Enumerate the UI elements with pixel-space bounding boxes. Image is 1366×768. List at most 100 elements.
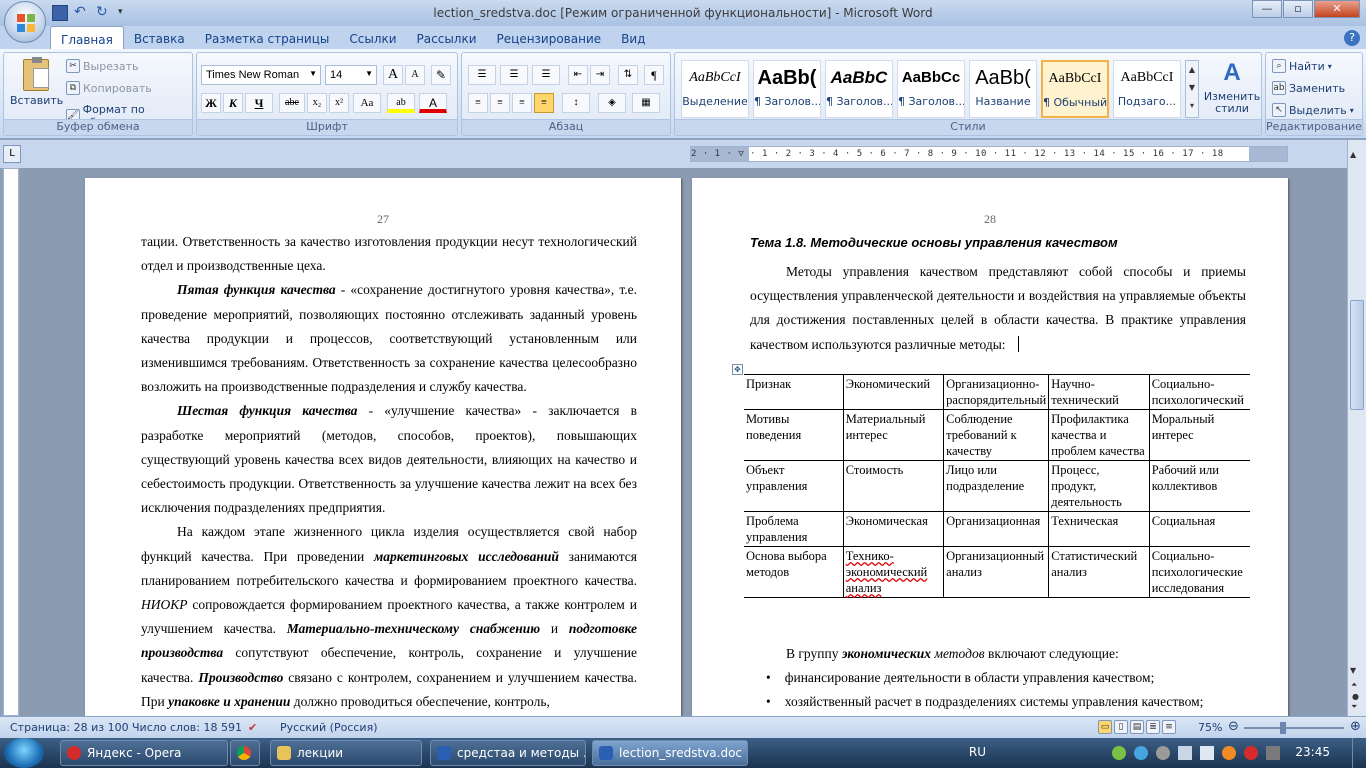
tab-references[interactable]: Ссылки xyxy=(339,26,406,50)
tray-app-icon[interactable] xyxy=(1222,746,1236,760)
network-icon[interactable] xyxy=(1178,746,1192,760)
help-icon[interactable]: ? xyxy=(1344,30,1360,46)
font-size-combo[interactable]: 14 ▼ xyxy=(325,65,377,85)
style-heading-1[interactable]: AaBb(¶ Заголов... xyxy=(753,60,821,118)
font-name-combo[interactable]: Times New Roman ▼ xyxy=(201,65,321,85)
paragraph: Шестая функция качества - «улучшение кач… xyxy=(141,403,637,516)
print-layout-icon[interactable]: ▭ xyxy=(1098,720,1112,734)
tab-home[interactable]: Главная xyxy=(50,26,124,50)
strikethrough-button[interactable]: abe xyxy=(279,93,305,113)
tray-app-icon[interactable] xyxy=(1156,746,1170,760)
tab-view[interactable]: Вид xyxy=(611,26,655,50)
cut-button[interactable]: ✂ Вырезать xyxy=(66,59,138,73)
styles-scroll[interactable]: ▲ ▼ ▾ xyxy=(1185,60,1199,118)
paste-button[interactable]: Вставить xyxy=(10,57,63,119)
borders-icon[interactable]: ▦ xyxy=(632,93,660,113)
highlight-button[interactable]: ab xyxy=(387,93,415,113)
outline-icon[interactable]: ≣ xyxy=(1146,720,1160,734)
zoom-in-icon[interactable]: ⊕ xyxy=(1350,719,1361,734)
taskbar-document-2[interactable]: lection_sredstva.doc ... xyxy=(592,740,748,766)
taskbar-document-1[interactable]: средстаа и методы ... xyxy=(430,740,586,766)
browse-object-icon[interactable]: ● xyxy=(1352,692,1359,701)
justify-icon[interactable]: ≡ xyxy=(534,93,554,113)
zoom-slider[interactable] xyxy=(1244,722,1344,734)
style-normal[interactable]: AaBbCcI ¶ Обычный xyxy=(1041,60,1109,118)
start-button[interactable] xyxy=(4,738,44,768)
language-indicator[interactable]: Русский (Россия) xyxy=(280,721,378,734)
maximize-button[interactable]: ▫ xyxy=(1283,0,1313,18)
tray-app-icon[interactable] xyxy=(1112,746,1126,760)
scroll-up-icon[interactable]: ▲ xyxy=(1350,150,1356,159)
table-move-handle-icon[interactable]: ✥ xyxy=(732,364,743,375)
underline-button[interactable]: Ч xyxy=(245,93,273,113)
bullets-icon[interactable]: ☰ xyxy=(468,65,496,85)
tab-selector-button[interactable]: L xyxy=(3,145,21,163)
line-spacing-icon[interactable]: ↕ xyxy=(562,93,590,113)
page-indicator[interactable]: Страница: 28 из 100 xyxy=(10,721,129,734)
style-heading-3[interactable]: AaBbCc ¶ Заголов... xyxy=(897,60,965,118)
scrollbar-thumb[interactable] xyxy=(1350,300,1364,410)
show-desktop-button[interactable] xyxy=(1352,738,1366,768)
style-emphasis[interactable]: AaBbCcI Выделение xyxy=(681,60,749,118)
draft-icon[interactable]: ≡ xyxy=(1162,720,1176,734)
increase-indent-icon[interactable]: ⇥ xyxy=(590,65,610,85)
full-screen-reading-icon[interactable]: ▯ xyxy=(1114,720,1128,734)
subscript-button[interactable]: x₂ xyxy=(307,93,327,113)
taskbar-opera[interactable]: Яндекс - Opera xyxy=(60,740,228,766)
pilcrow-button[interactable]: ¶ xyxy=(644,65,664,85)
align-center-icon[interactable]: ≡ xyxy=(490,93,510,113)
zoom-level[interactable]: 75% xyxy=(1198,721,1222,734)
taskbar-chrome[interactable] xyxy=(230,740,260,766)
vertical-ruler[interactable] xyxy=(3,168,19,716)
economic-methods-paragraph: В группу экономических методов включают … xyxy=(750,642,1246,715)
style-title[interactable]: AaBb(Название xyxy=(969,60,1037,118)
next-page-icon[interactable]: ⏷ xyxy=(1351,702,1357,712)
horizontal-ruler[interactable]: 2 · 1 · ▽ · 1 · 2 · 3 · 4 · 5 · 6 · 7 · … xyxy=(690,146,1288,162)
find-button[interactable]: ⌕ Найти ▾ xyxy=(1272,59,1332,73)
zoom-slider-thumb[interactable] xyxy=(1280,722,1286,734)
italic-button[interactable]: К xyxy=(223,93,243,113)
multilevel-list-icon[interactable]: ☰ xyxy=(532,65,560,85)
superscript-button[interactable]: x² xyxy=(329,93,349,113)
tab-page-layout[interactable]: Разметка страницы xyxy=(195,26,340,50)
word-count[interactable]: Число слов: 18 591 xyxy=(132,721,242,734)
style-heading-2[interactable]: AaBbC ¶ Заголов... xyxy=(825,60,893,118)
zoom-out-icon[interactable]: ⊖ xyxy=(1228,719,1239,734)
tab-mailings[interactable]: Рассылки xyxy=(407,26,487,50)
table-row: Мотивы поведения Материальный интерес Со… xyxy=(744,409,1250,461)
keyboard-language[interactable]: RU xyxy=(969,745,986,759)
scroll-down-icon[interactable]: ▼ xyxy=(1350,666,1356,675)
tray-app-icon[interactable] xyxy=(1244,746,1258,760)
align-left-icon[interactable]: ≡ xyxy=(468,93,488,113)
sort-icon[interactable]: ⇅ xyxy=(618,65,638,85)
prev-page-icon[interactable]: ⏶ xyxy=(1351,680,1357,690)
minimize-button[interactable]: — xyxy=(1252,0,1282,18)
web-layout-icon[interactable]: ▤ xyxy=(1130,720,1144,734)
font-color-button[interactable]: A xyxy=(419,93,447,113)
tab-review[interactable]: Рецензирование xyxy=(487,26,612,50)
bold-button[interactable]: Ж xyxy=(201,93,221,113)
shading-icon[interactable]: ◈ xyxy=(598,93,626,113)
tab-insert[interactable]: Вставка xyxy=(124,26,195,50)
copy-button[interactable]: ⧉ Копировать xyxy=(66,81,152,95)
clock[interactable]: 23:45 xyxy=(1295,745,1330,759)
vertical-scrollbar[interactable]: ▲ ▼ ⏶ ● ⏷ xyxy=(1347,140,1366,716)
change-case-button[interactable]: Aa xyxy=(353,93,381,113)
decrease-indent-icon[interactable]: ⇤ xyxy=(568,65,588,85)
office-button[interactable] xyxy=(4,1,46,43)
clear-format-button[interactable]: ✎ xyxy=(431,65,451,85)
change-styles-button[interactable]: A Изменить стили xyxy=(1203,59,1261,115)
tray-app-icon[interactable] xyxy=(1266,746,1280,760)
style-subtitle[interactable]: AaBbCcI Подзаго... xyxy=(1113,60,1181,118)
numbering-icon[interactable]: ☰ xyxy=(500,65,528,85)
spellcheck-icon[interactable]: ✔ xyxy=(248,721,257,734)
select-button[interactable]: ↖ Выделить ▾ xyxy=(1272,103,1354,117)
shrink-font-button[interactable]: A xyxy=(405,65,425,85)
replace-button[interactable]: ab Заменить xyxy=(1272,81,1345,95)
align-right-icon[interactable]: ≡ xyxy=(512,93,532,113)
taskbar-lectures[interactable]: лекции xyxy=(270,740,422,766)
close-button[interactable]: ✕ xyxy=(1314,0,1360,18)
tray-app-icon[interactable] xyxy=(1134,746,1148,760)
grow-font-button[interactable]: A xyxy=(383,65,403,85)
volume-icon[interactable] xyxy=(1200,746,1214,760)
